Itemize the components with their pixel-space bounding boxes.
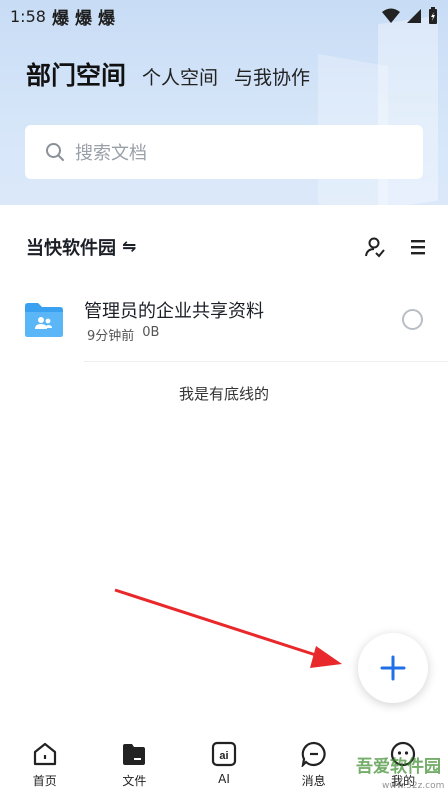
nav-label-messages: 消息	[301, 774, 326, 788]
nav-label-files: 文件	[122, 774, 147, 788]
plus-icon	[380, 655, 406, 681]
svg-text:吾爱软件园: 吾爱软件园	[356, 756, 441, 777]
nav-ai[interactable]: ai AI	[179, 733, 269, 796]
nav-label-home: 首页	[32, 774, 57, 788]
nav-label-ai: AI	[218, 772, 230, 786]
watermark-logo: 吾爱软件园 www.52z.com	[356, 756, 444, 791]
home-icon	[33, 742, 56, 766]
file-folder-icon	[123, 744, 146, 765]
svg-text:ai: ai	[219, 750, 228, 762]
message-icon	[301, 741, 326, 767]
nav-files[interactable]: 文件	[90, 733, 180, 796]
svg-text:www.52z.com: www.52z.com	[382, 781, 444, 791]
ai-icon: ai	[211, 741, 237, 767]
add-button[interactable]	[358, 633, 428, 703]
nav-home[interactable]: 首页	[0, 733, 90, 796]
